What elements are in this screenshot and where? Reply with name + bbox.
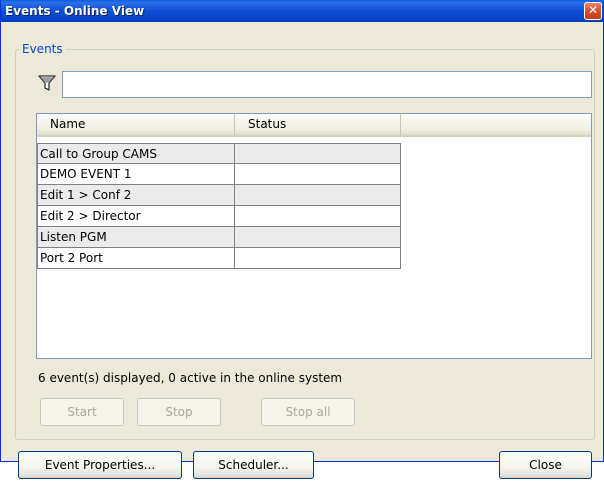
start-button[interactable]: Start (40, 398, 124, 426)
column-header-status[interactable]: Status (235, 114, 401, 135)
table-row[interactable]: Port 2 Port (37, 248, 401, 269)
event-status-cell (235, 248, 401, 269)
close-window-icon[interactable]: ✕ (584, 2, 602, 20)
events-online-view-window: Events - Online View ✕ Events Name Statu… (0, 0, 604, 479)
filter-input[interactable] (62, 71, 592, 98)
event-status-cell (235, 206, 401, 227)
event-status-cell (235, 164, 401, 185)
event-status-cell (235, 185, 401, 206)
close-button[interactable]: Close (499, 451, 592, 479)
table-row[interactable]: Edit 2 > Director (37, 206, 401, 227)
scheduler-button[interactable]: Scheduler... (193, 451, 314, 479)
funnel-filter-icon[interactable] (38, 74, 56, 92)
event-properties-button[interactable]: Event Properties... (18, 451, 182, 479)
event-name-cell: Port 2 Port (37, 248, 235, 269)
event-name-cell: Call to Group CAMS (37, 143, 235, 164)
event-name-cell: Edit 1 > Conf 2 (37, 185, 235, 206)
event-name-cell: DEMO EVENT 1 (37, 164, 235, 185)
window-title: Events - Online View (5, 4, 145, 18)
events-list[interactable]: Name Status Call to Group CAMS DEMO EVEN… (36, 113, 592, 359)
table-row[interactable]: Call to Group CAMS (37, 143, 401, 164)
events-summary-text: 6 event(s) displayed, 0 active in the on… (38, 371, 343, 385)
table-row[interactable]: Edit 1 > Conf 2 (37, 185, 401, 206)
column-header-name[interactable]: Name (37, 114, 235, 135)
events-group-legend: Events (19, 42, 66, 56)
event-status-cell (235, 227, 401, 248)
list-header: Name Status (37, 114, 591, 137)
table-row[interactable]: Listen PGM (37, 227, 401, 248)
stop-button[interactable]: Stop (137, 398, 221, 426)
event-name-cell: Edit 2 > Director (37, 206, 235, 227)
list-rows: Call to Group CAMS DEMO EVENT 1 Edit 1 >… (37, 143, 401, 269)
title-bar[interactable]: Events - Online View ✕ (1, 0, 603, 22)
table-row[interactable]: DEMO EVENT 1 (37, 164, 401, 185)
event-status-cell (235, 143, 401, 164)
event-name-cell: Listen PGM (37, 227, 235, 248)
stop-all-button[interactable]: Stop all (261, 398, 355, 426)
